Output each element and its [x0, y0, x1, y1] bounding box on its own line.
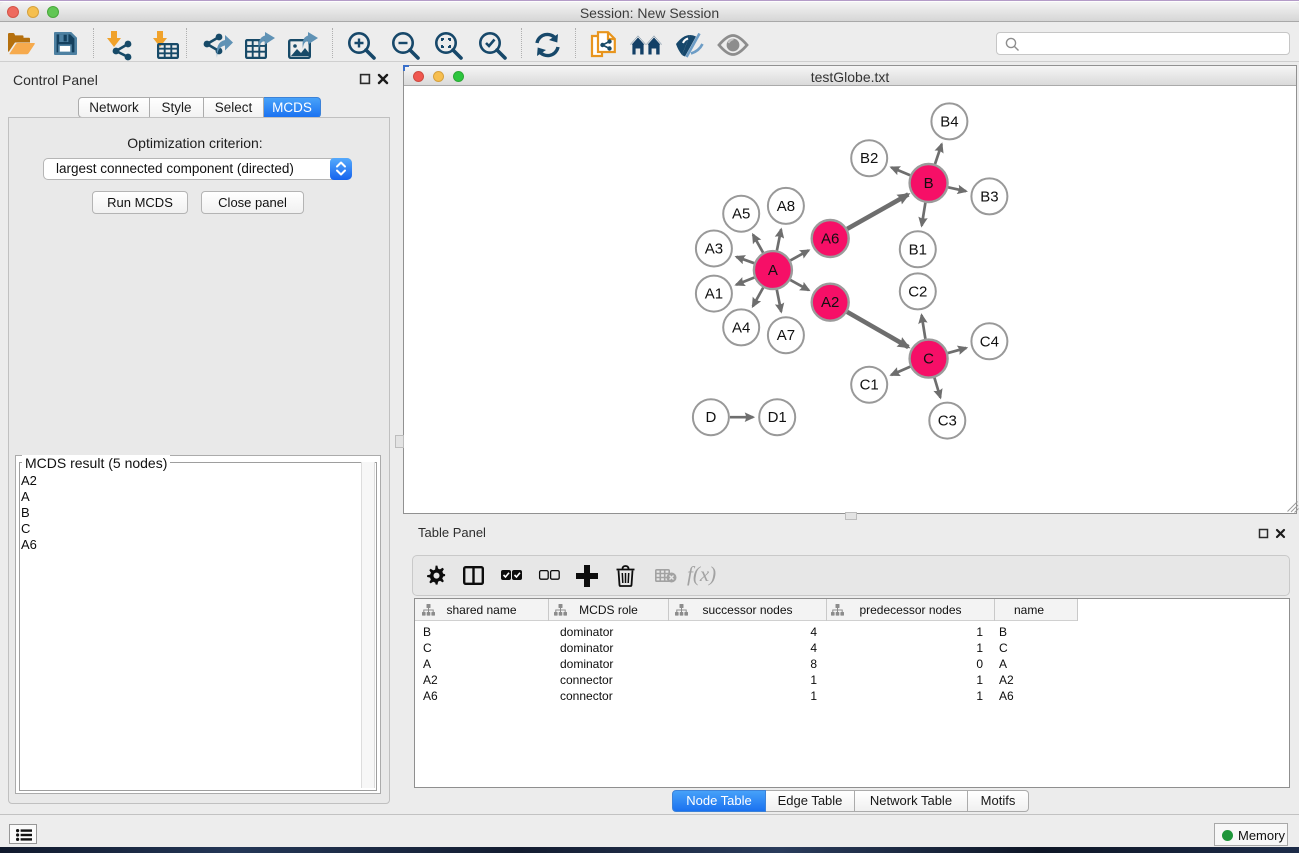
svg-text:A6: A6 — [821, 231, 839, 248]
svg-text:C4: C4 — [980, 333, 999, 350]
svg-text:B4: B4 — [940, 113, 958, 130]
svg-text:B1: B1 — [909, 241, 927, 258]
svg-text:A: A — [768, 262, 778, 279]
svg-text:B: B — [924, 175, 934, 192]
svg-text:C3: C3 — [938, 413, 957, 430]
svg-text:C1: C1 — [860, 377, 879, 394]
svg-text:C: C — [923, 351, 934, 368]
svg-text:A2: A2 — [821, 294, 839, 311]
svg-text:B3: B3 — [980, 188, 998, 205]
svg-text:D: D — [705, 409, 716, 426]
svg-text:C2: C2 — [908, 283, 927, 300]
svg-text:B2: B2 — [860, 150, 878, 167]
svg-text:A8: A8 — [777, 198, 795, 215]
svg-text:A5: A5 — [732, 206, 750, 223]
svg-text:A3: A3 — [705, 241, 723, 258]
svg-text:A1: A1 — [705, 286, 723, 303]
svg-text:A4: A4 — [732, 319, 750, 336]
svg-text:D1: D1 — [768, 409, 787, 426]
svg-text:A7: A7 — [777, 327, 795, 344]
